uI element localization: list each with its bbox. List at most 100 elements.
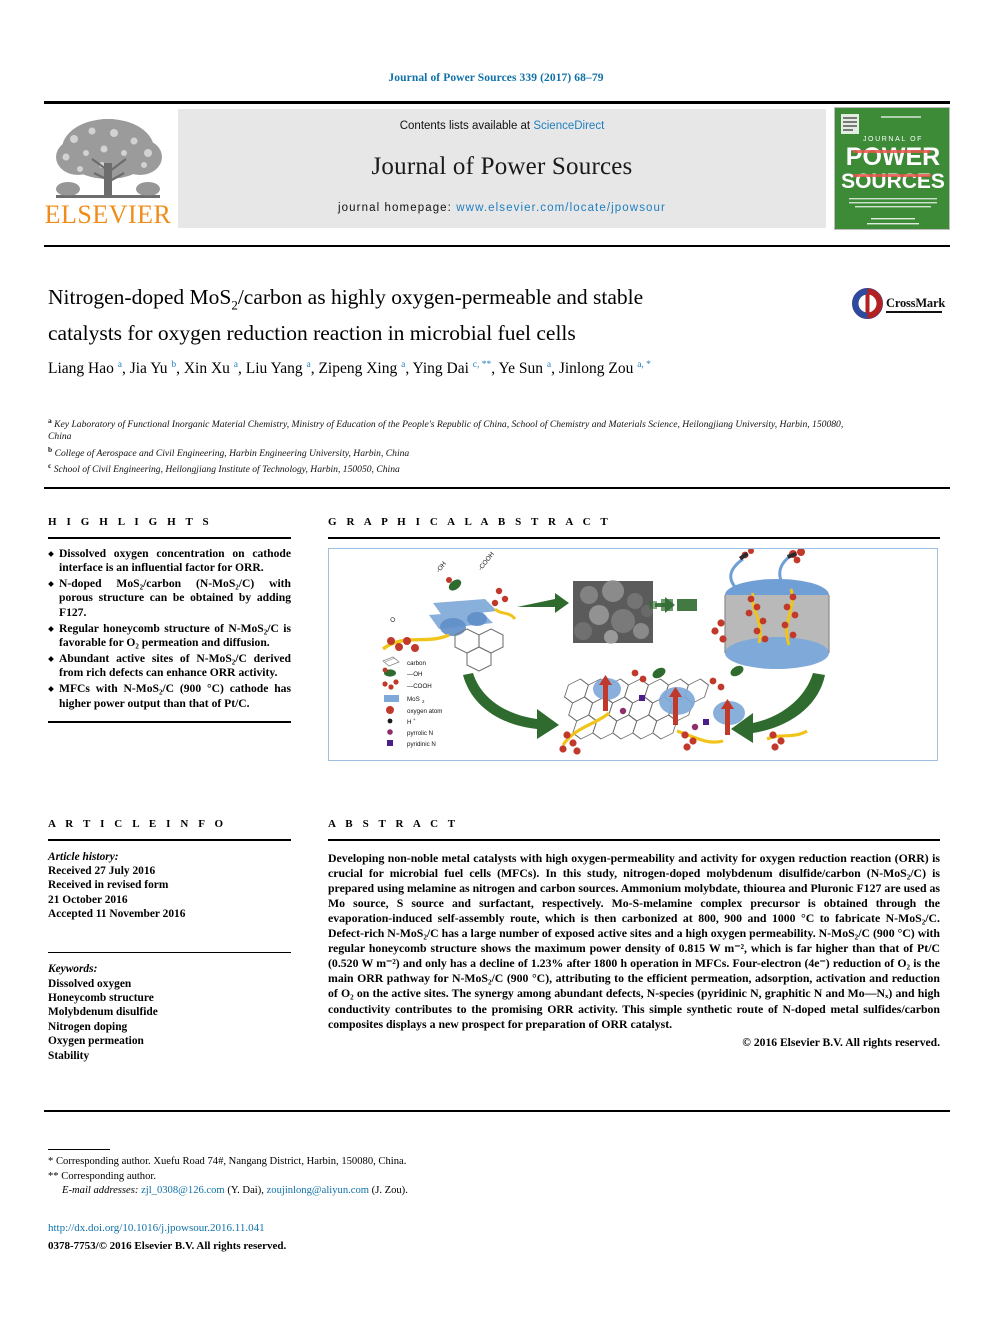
highlights-bottom-rule	[48, 721, 291, 724]
footnote-mark-1: *	[48, 1156, 54, 1167]
highlight-item: MFCs with N-MoS₂/C (900 °C) cathode has …	[48, 682, 291, 711]
contents-panel: Contents lists available at ScienceDirec…	[178, 109, 826, 228]
keyword-item: Stability	[48, 1049, 90, 1062]
affiliation-bottom-rule	[44, 487, 950, 489]
email-owner-2: (J. Zou).	[371, 1185, 408, 1197]
homepage-prefix: journal homepage:	[338, 202, 457, 214]
article-history-item: Received in revised form	[48, 879, 169, 892]
author-name[interactable]: Liu Yang	[246, 360, 307, 377]
affiliation-mark: a	[48, 416, 52, 425]
article-history-block: Article history: Received 27 July 2016 Re…	[48, 850, 291, 922]
svg-text:POWER: POWER	[846, 143, 940, 171]
author-affiliation-mark: a	[233, 360, 238, 370]
doi-link[interactable]: http://dx.doi.org/10.1016/j.jpowsour.201…	[48, 1222, 265, 1234]
author-affiliation-mark: a	[546, 360, 552, 370]
svg-text:pyridinic N: pyridinic N	[407, 741, 436, 748]
journal-cover-thumbnail: JOURNAL OF POWER SOURCES	[834, 107, 950, 230]
article-history-item: Accepted 11 November 2016	[48, 908, 186, 921]
author-affiliation-mark: a	[401, 360, 406, 370]
svg-text:—COOH: —COOH	[407, 683, 432, 690]
author-affiliation-mark: c, **	[472, 360, 492, 370]
svg-text:H: H	[407, 719, 411, 726]
keyword-item: Honeycomb structure	[48, 991, 154, 1004]
footnote-mark-2: **	[48, 1170, 59, 1182]
journal-homepage-line: journal homepage: www.elsevier.com/locat…	[178, 202, 826, 214]
footnote-corresponding-1: * Corresponding author. Xuefu Road 74#, …	[48, 1155, 668, 1170]
email-owner-1: (Y. Dai),	[227, 1185, 264, 1197]
article-info-heading-rule	[48, 839, 291, 841]
highlight-item: N-doped MoS₂/carbon (N-MoS₂/C) with poro…	[48, 577, 291, 621]
crossmark-label: CrossMark	[886, 296, 946, 310]
svg-text:MoS: MoS	[407, 696, 420, 703]
author-list: Liang Hao a, Jia Yu b, Xin Xu a, Liu Yan…	[48, 360, 651, 378]
footnote-emails: E-mail addresses: zjl_0308@126.com (Y. D…	[48, 1184, 668, 1199]
abstract-text: Developing non-noble metal catalysts wit…	[328, 851, 940, 1032]
email-link-1[interactable]: zjl_0308@126.com	[141, 1185, 225, 1196]
footnote-corresponding-2: ** Corresponding author.	[48, 1170, 668, 1185]
svg-text:carbon: carbon	[407, 660, 426, 667]
abstract-copyright: © 2016 Elsevier B.V. All rights reserved…	[742, 1035, 940, 1049]
abstract-heading: A B S T R A C T	[328, 818, 459, 830]
author-name[interactable]: Zipeng Xing	[318, 360, 401, 377]
contents-available-line: Contents lists available at ScienceDirec…	[178, 120, 826, 132]
title-part-1: Nitrogen-doped MoS	[48, 285, 232, 309]
author-name[interactable]: Ying Dai	[413, 360, 473, 377]
masthead-top-rule	[44, 101, 950, 104]
abstract-section: A B S T R A C T Developing non-noble met…	[328, 818, 940, 1049]
elsevier-logo: ELSEVIER	[44, 109, 172, 230]
masthead-bottom-rule	[44, 245, 950, 247]
keyword-item: Dissolved oxygen	[48, 977, 132, 990]
graphical-abstract-heading: G R A P H I C A L A B S T R A C T	[328, 516, 612, 528]
highlight-item: Abundant active sites of N-MoS₂/C derive…	[48, 652, 291, 681]
author-name[interactable]: Liang Hao	[48, 360, 118, 377]
affiliation-list: a Key Laboratory of Functional Inorganic…	[48, 415, 848, 477]
footer-rule	[44, 1110, 950, 1112]
homepage-url-link[interactable]: www.elsevier.com/locate/jpowsour	[456, 202, 666, 214]
page-title: Nitrogen-doped MoS2/carbon as highly oxy…	[48, 283, 848, 347]
highlights-list: Dissolved oxygen concentration on cathod…	[48, 547, 291, 712]
article-info-section: A R T I C L E I N F O Article history: R…	[48, 818, 291, 1063]
crossmark-badge[interactable]: CrossMark	[852, 288, 946, 322]
footnotes-block: * Corresponding author. Xuefu Road 74#, …	[48, 1155, 668, 1199]
sciencedirect-link[interactable]: ScienceDirect	[533, 120, 604, 132]
author-name[interactable]: Jinlong Zou	[559, 360, 637, 377]
email-addresses-label: E-mail addresses:	[62, 1185, 139, 1197]
footnote-text-2: Corresponding author.	[61, 1170, 156, 1182]
highlights-heading-rule	[48, 537, 291, 539]
title-line-2: catalysts for oxygen reduction reaction …	[48, 321, 576, 346]
keyword-item: Nitrogen doping	[48, 1020, 128, 1033]
svg-text:ELSEVIER: ELSEVIER	[45, 200, 172, 229]
author-name[interactable]: Jia Yu	[130, 360, 172, 377]
article-history-item: 21 October 2016	[48, 893, 128, 906]
svg-text:+: +	[413, 717, 416, 722]
footnote-text-1: Corresponding author. Xuefu Road 74#, Na…	[55, 1156, 407, 1167]
highlights-heading: H I G H L I G H T S	[48, 516, 213, 528]
paper-page: Journal of Power Sources 339 (2017) 68–7…	[0, 0, 992, 1323]
issn-copyright-line: 0378-7753/© 2016 Elsevier B.V. All right…	[48, 1240, 287, 1252]
article-info-heading: A R T I C L E I N F O	[48, 818, 227, 830]
title-block: Nitrogen-doped MoS2/carbon as highly oxy…	[48, 283, 848, 347]
article-history-lines: Received 27 July 2016 Received in revised…	[48, 864, 291, 922]
author-name[interactable]: Xin Xu	[184, 360, 234, 377]
title-part-2: /carbon as highly oxygen-permeable and s…	[237, 285, 644, 309]
graphical-abstract-heading-rule	[328, 537, 940, 539]
author-name[interactable]: Ye Sun	[498, 360, 546, 377]
email-link-2[interactable]: zoujinlong@aliyun.com	[267, 1185, 369, 1196]
footnote-separator-rule	[48, 1149, 110, 1151]
article-history-label: Article history:	[48, 850, 119, 863]
svg-text:—OH: —OH	[407, 671, 422, 678]
keywords-block: Keywords: Dissolved oxygen Honeycomb stru…	[48, 962, 291, 1063]
svg-text:SOURCES: SOURCES	[841, 170, 945, 193]
graphical-abstract-figure: -OH -COOH O carbon —OH —COOH MoS 2 oxyge…	[377, 548, 890, 760]
svg-text:oxygen atom: oxygen atom	[407, 708, 442, 715]
keywords-label: Keywords:	[48, 963, 98, 976]
author-affiliation-mark: a, *	[637, 360, 651, 370]
journal-title: Journal of Power Sources	[371, 153, 633, 180]
graphical-abstract-section: G R A P H I C A L A B S T R A C T -OH -C…	[328, 516, 940, 761]
affiliation-item: a Key Laboratory of Functional Inorganic…	[48, 416, 844, 443]
keywords-lines: Dissolved oxygen Honeycomb structure Molyb…	[48, 977, 291, 1063]
author-affiliation-mark: b	[171, 360, 177, 370]
affiliation-mark: b	[48, 444, 53, 454]
crossmark-underline	[886, 311, 942, 313]
abstract-heading-rule	[328, 839, 940, 841]
